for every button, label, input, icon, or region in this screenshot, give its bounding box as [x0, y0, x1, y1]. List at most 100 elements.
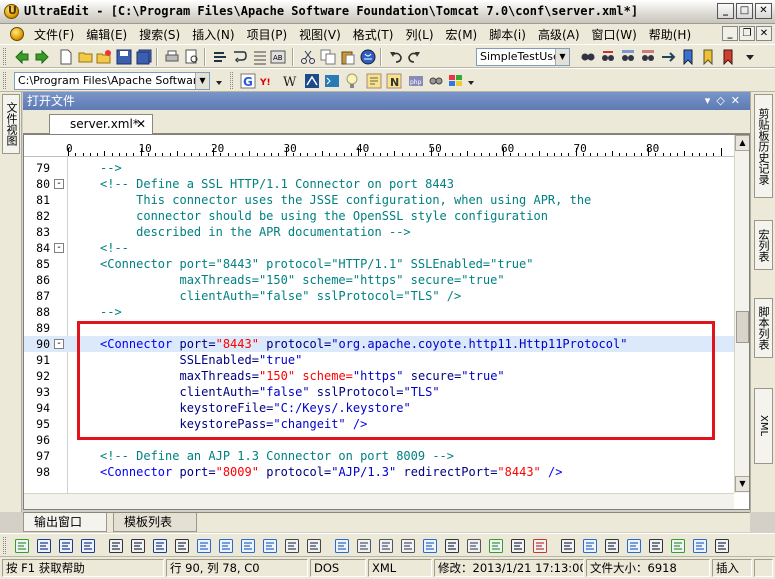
code-line[interactable]: 84- <!--: [24, 240, 734, 256]
align-right-icon[interactable]: [240, 538, 256, 554]
id-icon[interactable]: [714, 538, 730, 554]
xml-manager-tab[interactable]: XML Manager: [754, 388, 773, 464]
goto-line-icon[interactable]: [660, 49, 676, 65]
table-icon[interactable]: [334, 538, 350, 554]
toolbar-grip[interactable]: [230, 72, 233, 89]
new-file-icon[interactable]: [58, 49, 74, 65]
code-line[interactable]: 79 -->: [24, 160, 734, 176]
menu-script[interactable]: 脚本(i): [483, 26, 532, 43]
menu-search[interactable]: 搜索(S): [133, 26, 186, 43]
outdent-icon[interactable]: [306, 538, 322, 554]
form-icon[interactable]: [356, 538, 372, 554]
close-panel-icon[interactable]: ✕: [731, 94, 746, 107]
code-line[interactable]: 88 -->: [24, 304, 734, 320]
clipboard-history-tab[interactable]: 剪贴板历史记录: [754, 94, 773, 198]
menu-edit[interactable]: 编辑(E): [80, 26, 133, 43]
sort-icon[interactable]: [560, 538, 576, 554]
bold-icon[interactable]: [36, 538, 52, 554]
hex-edit-icon[interactable]: AB: [270, 49, 286, 65]
maximize-button[interactable]: □: [736, 3, 753, 19]
toolbar-options-icon[interactable]: [466, 75, 476, 89]
ultraedit-app-icon[interactable]: [4, 4, 19, 19]
file-view-tab[interactable]: 文件视图: [2, 94, 20, 154]
code-line[interactable]: 80- <!-- Define a SSL HTTP/1.1 Connector …: [24, 176, 734, 192]
maximize-panel-icon[interactable]: ◇: [716, 94, 730, 107]
close-button[interactable]: ✕: [755, 3, 772, 19]
toolbar-grip[interactable]: [3, 72, 6, 89]
code-line[interactable]: 85 <Connector port="8443" protocol="HTTP/…: [24, 256, 734, 272]
menu-format[interactable]: 格式(T): [347, 26, 400, 43]
minimize-button[interactable]: _: [717, 3, 734, 19]
code-line[interactable]: 98 <Connector port="8009" protocol="AJP/1…: [24, 464, 734, 480]
fold-toggle-icon[interactable]: -: [54, 243, 64, 253]
fold-toggle-icon[interactable]: -: [54, 179, 64, 189]
tab-convert-icon[interactable]: [604, 538, 620, 554]
ruler-icon[interactable]: [626, 538, 642, 554]
code-line[interactable]: 82 connector should be using the OpenSSL…: [24, 208, 734, 224]
underline-icon[interactable]: [80, 538, 96, 554]
scroll-up-icon[interactable]: ▲: [735, 135, 749, 151]
find-replace-icon[interactable]: [600, 49, 616, 65]
cut-icon[interactable]: [300, 49, 316, 65]
toolbar-options-icon[interactable]: [214, 75, 224, 89]
column-icon[interactable]: [648, 538, 664, 554]
script-icon[interactable]: [532, 538, 548, 554]
wikipedia-icon[interactable]: W: [282, 73, 298, 89]
doc-close-button[interactable]: ✕: [756, 26, 772, 41]
vertical-scrollbar[interactable]: ▲ ▼: [734, 135, 749, 493]
menu-window[interactable]: 窗口(W): [586, 26, 643, 43]
image-icon[interactable]: [488, 538, 504, 554]
document-menu-icon[interactable]: [10, 27, 24, 41]
word-wrap-icon[interactable]: [212, 49, 228, 65]
yahoo-search-icon[interactable]: Y!: [260, 73, 276, 89]
horizontal-scrollbar[interactable]: [24, 493, 734, 509]
back-arrow-icon[interactable]: [14, 49, 30, 65]
menu-project[interactable]: 项目(P): [241, 26, 294, 43]
justify-icon[interactable]: [262, 538, 278, 554]
open-folder-icon[interactable]: [78, 49, 94, 65]
open-recent-icon[interactable]: [96, 49, 112, 65]
ftp-icon[interactable]: [304, 73, 320, 89]
doc-minimize-button[interactable]: _: [722, 26, 738, 41]
save-all-icon[interactable]: [136, 49, 152, 65]
menu-advanced[interactable]: 高级(A): [532, 26, 586, 43]
template-list-tab[interactable]: 模板列表: [113, 513, 197, 532]
menu-help[interactable]: 帮助(H): [643, 26, 697, 43]
scroll-thumb[interactable]: [736, 311, 749, 343]
macro-list-tab[interactable]: 宏列表: [754, 220, 773, 270]
redo-icon[interactable]: [406, 49, 422, 65]
web-browser-icon[interactable]: [360, 49, 376, 65]
lightbulb-icon[interactable]: [344, 73, 360, 89]
list-icon[interactable]: [252, 49, 268, 65]
output-window-tab[interactable]: 输出窗口: [23, 513, 107, 532]
menu-insert[interactable]: 插入(N): [186, 26, 240, 43]
wrap-arrow-icon[interactable]: [232, 49, 248, 65]
save-icon[interactable]: [116, 49, 132, 65]
fold-toggle-icon[interactable]: -: [54, 339, 64, 349]
tools-icon[interactable]: [428, 73, 444, 89]
toolbar-grip[interactable]: [3, 537, 6, 554]
status-line-ending[interactable]: DOS: [310, 559, 366, 577]
checkbox-icon[interactable]: [422, 538, 438, 554]
heading-icon[interactable]: [152, 538, 168, 554]
google-search-icon[interactable]: G: [240, 73, 256, 89]
compare-icon[interactable]: [670, 538, 686, 554]
quote-icon[interactable]: [174, 538, 190, 554]
menu-file[interactable]: 文件(F): [28, 26, 80, 43]
indent-icon[interactable]: [284, 538, 300, 554]
configuration-dropdown[interactable]: SimpleTestUser ▼: [476, 48, 570, 66]
notepad-icon[interactable]: N: [386, 73, 402, 89]
script-list-tab[interactable]: 脚本列表: [754, 298, 773, 358]
doc-restore-button[interactable]: ❐: [739, 26, 755, 41]
php-icon[interactable]: php: [408, 73, 424, 89]
code-line[interactable]: 86 maxThreads="150" scheme="https" secur…: [24, 272, 734, 288]
numbered-list-icon[interactable]: [108, 538, 124, 554]
find-in-files-icon[interactable]: [620, 49, 636, 65]
toolbar-options-icon[interactable]: [742, 49, 758, 65]
button-icon[interactable]: [400, 538, 416, 554]
code-line[interactable]: 81 This connector uses the JSSE configur…: [24, 192, 734, 208]
input-icon[interactable]: [466, 538, 482, 554]
menu-view[interactable]: 视图(V): [293, 26, 347, 43]
toolbar-grip[interactable]: [3, 48, 6, 65]
replace-in-files-icon[interactable]: [640, 49, 656, 65]
